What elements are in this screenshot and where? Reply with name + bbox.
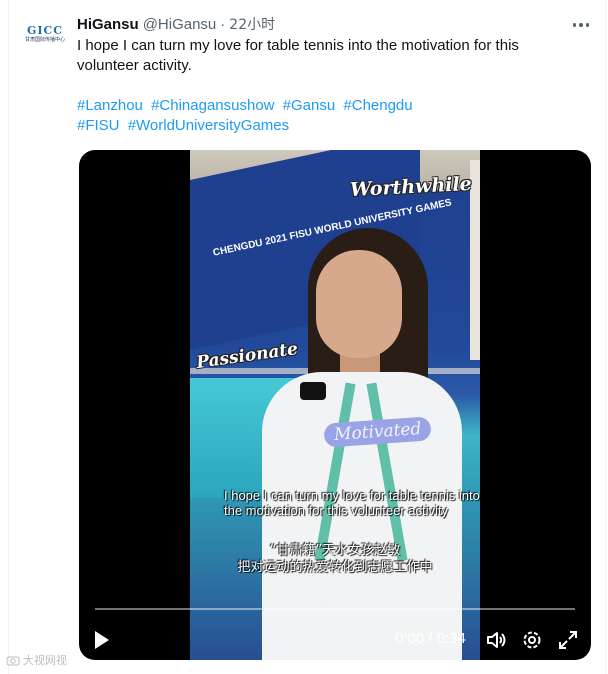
figure-face <box>316 250 402 358</box>
separator-dot: · <box>220 15 226 33</box>
avatar-logo-text: GICC <box>26 23 64 37</box>
hashtag-link[interactable]: #Gansu <box>283 97 336 114</box>
video-player[interactable]: CHENGDU 2021 FISU WORLD UNIVERSITY GAMES… <box>79 150 591 660</box>
hashtag-link[interactable]: #WorldUniversityGames <box>128 117 289 134</box>
corner-watermark: 大视网视 <box>6 652 67 668</box>
figure-microphone <box>300 382 326 400</box>
subtitle-english: I hope I can turn my love for table tenn… <box>224 488 480 518</box>
avatar-subtext: 甘肃国际传播中心 <box>25 36 66 43</box>
volume-icon[interactable] <box>485 629 507 656</box>
video-frame[interactable]: CHENGDU 2021 FISU WORLD UNIVERSITY GAMES… <box>190 150 480 660</box>
camera-icon <box>6 656 20 665</box>
subtitle-chinese: “甘肃籍”天水女孩赵敏 把对运动的热爱转化到志愿工作中 <box>190 542 480 576</box>
hashtag-link[interactable]: #Chengdu <box>343 97 412 114</box>
play-icon[interactable] <box>93 630 111 655</box>
avatar[interactable]: GICC 甘肃国际传播中心 <box>25 14 65 54</box>
video-progress-bar[interactable] <box>95 608 575 610</box>
hashtag-link[interactable]: #FISU <box>77 117 120 134</box>
fullscreen-icon[interactable] <box>557 629 579 656</box>
settings-gear-icon[interactable] <box>521 629 543 656</box>
hashtags: #Lanzhou #Chinagansushow #Gansu #Chengdu… <box>77 96 577 136</box>
tweet-text: I hope I can turn my love for table tenn… <box>77 37 519 74</box>
subtitle-chinese-line-1: “甘肃籍”天水女孩赵敏 <box>269 543 401 558</box>
video-watermark: GICC <box>313 594 357 609</box>
tweet-timestamp[interactable]: 22小时 <box>229 14 275 34</box>
tweet-card[interactable]: GICC 甘肃国际传播中心 HiGansu @HiGansu · 22小时 I … <box>8 0 606 674</box>
hashtag-link[interactable]: #Chinagansushow <box>151 97 274 114</box>
video-controls: 0:00 / 0:34 <box>79 620 591 660</box>
hashtag-link[interactable]: #Lanzhou <box>77 97 143 114</box>
subtitle-chinese-line-2: 把对运动的热爱转化到志愿工作中 <box>237 560 433 575</box>
tweet-header: HiGansu @HiGansu · 22小时 <box>77 14 275 34</box>
author-name[interactable]: HiGansu <box>77 16 139 33</box>
corner-watermark-text: 大视网视 <box>23 654 67 667</box>
more-options-icon[interactable] <box>571 15 591 35</box>
author-handle[interactable]: @HiGansu <box>143 16 217 33</box>
video-timecode: 0:00 / 0:34 <box>395 630 466 647</box>
